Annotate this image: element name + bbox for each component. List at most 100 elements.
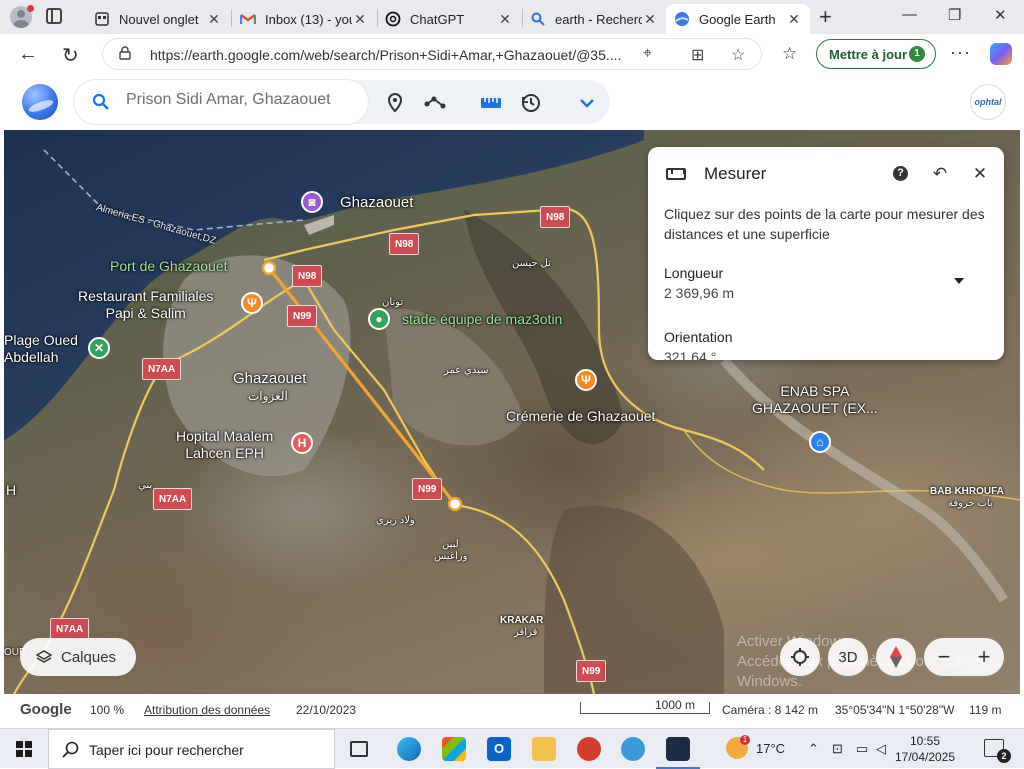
- stadium-poi-icon[interactable]: ●: [368, 308, 390, 330]
- favorite-star-icon[interactable]: ☆: [731, 45, 745, 65]
- file-explorer-icon[interactable]: [532, 737, 556, 761]
- address-bar[interactable]: https://earth.google.com/web/search/Pris…: [102, 38, 762, 70]
- toggle-3d-button[interactable]: 3D: [828, 638, 868, 676]
- zoom-out-button[interactable]: −: [938, 644, 951, 670]
- measure-ruler-icon[interactable]: [480, 92, 502, 114]
- microsoft-store-icon[interactable]: [442, 737, 466, 761]
- enab-label[interactable]: ENAB SPA GHAZAOUET (EX...: [752, 383, 878, 417]
- road-shield-n98: N98: [389, 233, 420, 255]
- restaurant-label[interactable]: Restaurant Familiales Papi & Salim: [78, 288, 213, 322]
- beach-poi-icon[interactable]: ✕: [88, 337, 110, 359]
- tab-label: earth - Recherch: [555, 11, 642, 27]
- search-icon[interactable]: [92, 93, 110, 111]
- cremerie-poi-icon[interactable]: Ψ: [575, 369, 597, 391]
- tab-earth-search[interactable]: earth - Recherch ✕: [522, 4, 666, 34]
- hospital-poi-icon[interactable]: H: [291, 432, 313, 454]
- show-hidden-icons[interactable]: ⌃: [808, 741, 819, 757]
- ground-elevation: 119 m: [969, 703, 1002, 717]
- location-icon[interactable]: ⌖: [643, 45, 652, 63]
- lock-icon[interactable]: [119, 46, 131, 60]
- search-input[interactable]: [126, 91, 356, 109]
- unit-dropdown-icon[interactable]: [954, 278, 964, 284]
- close-window-icon[interactable]: ✕: [994, 6, 1007, 24]
- close-tab-icon[interactable]: ✕: [786, 11, 802, 28]
- device-icon[interactable]: ⊡: [832, 741, 843, 757]
- hopital-label[interactable]: Hopital Maalem Lahcen EPH: [176, 428, 273, 462]
- tab-google-earth[interactable]: Google Earth ✕: [666, 4, 810, 34]
- my-location-button[interactable]: [780, 638, 820, 676]
- compass-button[interactable]: [876, 638, 916, 676]
- cremerie-label[interactable]: Crémerie de Ghazaouet: [506, 408, 655, 425]
- weather-temperature[interactable]: 17°C: [756, 741, 785, 756]
- antivirus-icon[interactable]: [577, 737, 601, 761]
- tab-new-tab[interactable]: Nouvel onglet ✕: [86, 4, 230, 34]
- search-icon: [530, 11, 546, 27]
- copilot-icon[interactable]: [990, 43, 1012, 65]
- apps-icon[interactable]: ⊞: [691, 45, 704, 65]
- tab-gmail[interactable]: Inbox (13) - you ✕: [232, 4, 376, 34]
- ghazaouet-city-label[interactable]: Ghazaouet: [233, 370, 306, 387]
- minimize-icon[interactable]: —: [902, 6, 917, 23]
- road-shield-n99: N99: [576, 660, 607, 682]
- restaurant-poi-icon[interactable]: Ψ: [241, 292, 263, 314]
- task-view-icon[interactable]: [350, 741, 368, 757]
- path-icon[interactable]: [424, 92, 446, 114]
- close-icon[interactable]: ✕: [970, 164, 990, 184]
- plage-label[interactable]: Plage Oued Abdellah: [4, 332, 78, 366]
- stade-label[interactable]: stade équipe de maz3otin: [402, 311, 562, 328]
- layers-button[interactable]: Calques: [20, 638, 136, 676]
- history-icon[interactable]: [520, 92, 542, 114]
- update-button[interactable]: Mettre à jour 1: [816, 39, 936, 69]
- reload-icon[interactable]: ↻: [62, 43, 79, 68]
- help-icon[interactable]: ?: [893, 166, 908, 181]
- tab-label: Inbox (13) - you: [265, 11, 352, 27]
- favorites-icon[interactable]: ☆: [782, 44, 797, 64]
- close-tab-icon[interactable]: ✕: [497, 11, 513, 28]
- undo-icon[interactable]: ↶: [930, 164, 950, 184]
- outlook-icon[interactable]: O: [487, 737, 511, 761]
- browser-toolbar: ← ↻ https://earth.google.com/web/search/…: [0, 34, 1024, 74]
- new-tab-icon: [94, 11, 110, 27]
- tab-label: Nouvel onglet: [119, 11, 199, 27]
- network-tool-icon[interactable]: [621, 737, 645, 761]
- edge-browser-icon[interactable]: [397, 737, 421, 761]
- system-clock[interactable]: 10:55 17/04/2025: [890, 733, 960, 765]
- chevron-down-icon[interactable]: [576, 92, 598, 114]
- data-attribution-link[interactable]: Attribution des données: [144, 703, 270, 717]
- road-shield-n7aa: N7AA: [153, 488, 193, 510]
- placemark-icon[interactable]: [384, 92, 406, 114]
- enab-poi-icon[interactable]: ⌂: [809, 431, 831, 453]
- network-icon[interactable]: ▭: [856, 741, 868, 757]
- zoom-in-button[interactable]: +: [978, 644, 991, 670]
- close-tab-icon[interactable]: ✕: [206, 11, 222, 28]
- measure-description: Cliquez sur des points de la carte pour …: [664, 206, 985, 242]
- tab-label: Google Earth: [699, 11, 776, 27]
- new-tab-button[interactable]: +: [819, 4, 832, 30]
- earth-status-bar: Google 100 % Attribution des données 22/…: [4, 694, 1020, 726]
- arabic-place-label: وراغيس: [434, 551, 468, 562]
- active-app-icon[interactable]: [656, 737, 700, 769]
- taskbar-search[interactable]: Taper ici pour rechercher: [48, 729, 335, 769]
- notification-center-icon[interactable]: 2: [984, 739, 1011, 763]
- chatgpt-icon: [385, 11, 401, 27]
- more-menu-icon[interactable]: ···: [950, 42, 971, 63]
- tab-actions-menu-icon[interactable]: [46, 8, 62, 24]
- restore-icon[interactable]: ❐: [948, 6, 961, 24]
- account-logo[interactable]: ophtal: [970, 84, 1006, 120]
- close-tab-icon[interactable]: ✕: [352, 11, 368, 28]
- google-earth-logo[interactable]: [22, 84, 58, 120]
- locate-icon: [791, 648, 809, 666]
- search-box: [74, 80, 368, 124]
- edge-label: H: [6, 482, 17, 498]
- ghazaouet-arabic-label: الغزوات: [248, 389, 288, 403]
- close-tab-icon[interactable]: ✕: [642, 11, 658, 28]
- windows-start-icon[interactable]: [16, 741, 32, 757]
- volume-icon[interactable]: ◁: [876, 741, 886, 757]
- ghazaouet-label[interactable]: Ghazaouet: [340, 194, 413, 211]
- camera-poi-icon[interactable]: ◙: [301, 191, 323, 213]
- krakar-arabic-label: قراقر: [514, 627, 538, 638]
- taskbar-search-placeholder: Taper ici pour rechercher: [89, 742, 244, 758]
- port-label[interactable]: Port de Ghazaouet: [110, 258, 228, 275]
- tab-chatgpt[interactable]: ChatGPT ✕: [377, 4, 521, 34]
- back-arrow-icon[interactable]: ←: [18, 43, 38, 66]
